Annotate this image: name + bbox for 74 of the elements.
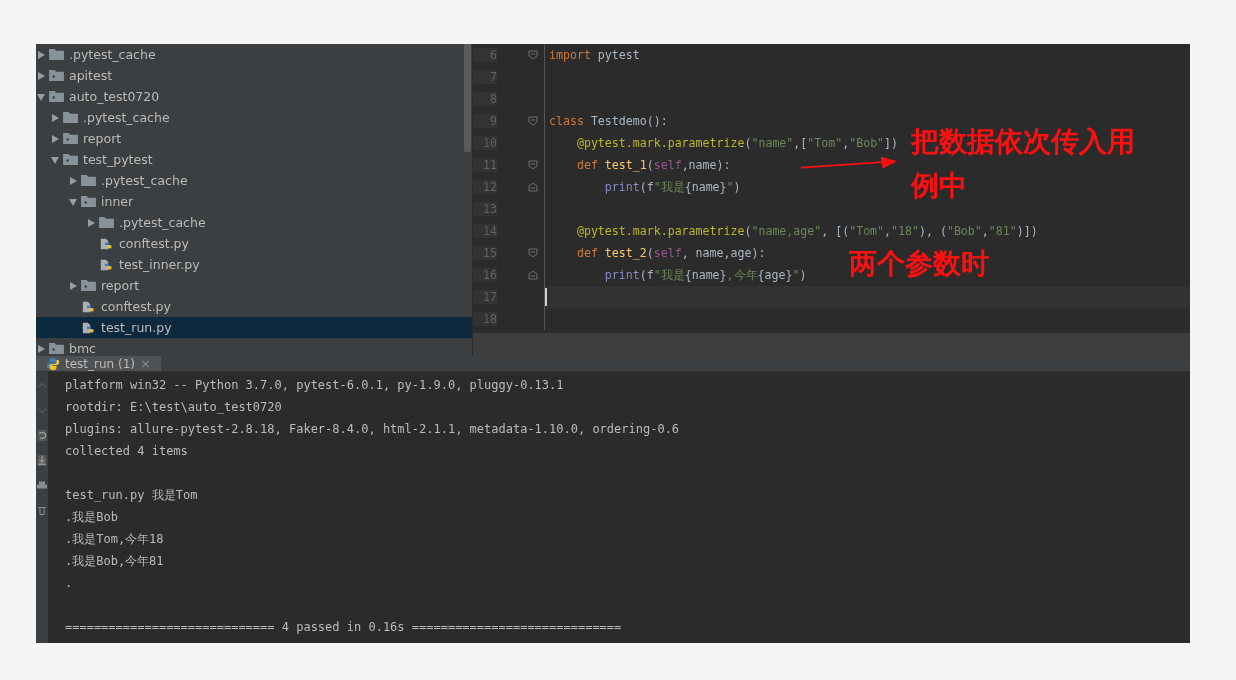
annotation-text: 把数据依次传入用例中 (911, 124, 1136, 204)
expand-arrow-icon[interactable] (36, 91, 46, 102)
code-line: print(f"我是{name}") (603, 179, 741, 195)
expand-arrow-icon[interactable] (50, 154, 60, 165)
collapse-arrow-icon[interactable] (86, 217, 96, 228)
fold-icon[interactable] (528, 182, 538, 192)
tree-item[interactable]: .pytest_cache (36, 170, 472, 191)
python-file-icon (99, 258, 114, 271)
folder-icon (49, 69, 64, 82)
folder-icon (49, 90, 64, 103)
print-icon[interactable] (37, 480, 47, 491)
fold-icon[interactable] (528, 50, 538, 60)
collapse-arrow-icon[interactable] (36, 49, 46, 60)
fold-icon[interactable] (528, 160, 538, 170)
collapse-arrow-icon[interactable] (50, 112, 60, 123)
annotation-text: 两个参数时 (849, 246, 989, 282)
console-line: plugins: allure-pytest-2.8.18, Faker-8.4.0, html-2.1.1, metadata-1.10.0, ordering-0.6 (65, 421, 680, 438)
collapse-arrow-icon[interactable] (68, 280, 78, 291)
console-line: . (65, 575, 74, 592)
tree-item[interactable]: conftest.py (36, 233, 472, 254)
tree-item[interactable]: inner (36, 191, 472, 212)
folder-icon (63, 132, 78, 145)
python-file-icon (99, 237, 114, 250)
text-caret (545, 288, 547, 306)
console-line: ============================= 4 passed in 0.16s ============================= (65, 619, 623, 636)
code-line: @pytest.mark.parametrize("name,age", [("Tom","18"), ("Bob","81")]) (575, 224, 1038, 238)
tree-item[interactable]: bmc (36, 338, 472, 356)
folder-icon (81, 174, 96, 187)
folder-icon (99, 216, 114, 229)
trash-icon[interactable] (37, 505, 47, 516)
code-line: @pytest.mark.parametrize("name",["Tom","Bob"]) (575, 136, 899, 150)
tree-item[interactable]: auto_test0720 (36, 86, 472, 107)
collapse-arrow-icon[interactable] (50, 133, 60, 144)
fold-icon[interactable] (528, 248, 538, 258)
tree-item[interactable]: .pytest_cache (36, 212, 472, 233)
folder-icon (63, 153, 78, 166)
tree-item[interactable]: apitest (36, 65, 472, 86)
console-line: collected 4 items (65, 443, 189, 460)
folder-icon (81, 279, 96, 292)
tree-item[interactable]: report (36, 128, 472, 149)
console-line: .我是Bob (65, 509, 119, 526)
tree-item[interactable]: .pytest_cache (36, 44, 472, 65)
folder-icon (81, 195, 96, 208)
python-file-icon (81, 300, 96, 313)
expand-arrow-icon[interactable] (68, 196, 78, 207)
soft-wrap-icon[interactable] (37, 430, 47, 441)
folder-icon (63, 111, 78, 124)
tree-item[interactable]: .pytest_cache (36, 107, 472, 128)
code-line: class Testdemo(): (549, 114, 668, 128)
collapse-arrow-icon[interactable] (68, 175, 78, 186)
fold-icon[interactable] (528, 270, 538, 280)
tree-item[interactable]: test_inner.py (36, 254, 472, 275)
tree-item[interactable]: report (36, 275, 472, 296)
collapse-arrow-icon[interactable] (36, 70, 46, 81)
run-tab[interactable]: test_run (1) × (36, 356, 161, 371)
console-line: rootdir: E:\test\auto_test0720 (65, 399, 283, 416)
scrollbar[interactable] (464, 44, 471, 152)
collapse-arrow-icon[interactable] (36, 343, 46, 354)
tree-item[interactable]: conftest.py (36, 296, 472, 317)
fold-icon[interactable] (528, 116, 538, 126)
tree-item[interactable]: test_run.py (36, 317, 472, 338)
scroll-to-end-icon[interactable] (37, 455, 47, 466)
code-line: print(f"我是{name},今年{age}") (603, 267, 807, 283)
console-line: test_run.py 我是Tom (65, 487, 199, 504)
python-file-icon (81, 321, 96, 334)
console-line: .我是Tom,今年18 (65, 531, 165, 548)
folder-icon (49, 48, 64, 61)
tree-item[interactable]: test_pytest (36, 149, 472, 170)
console-line: platform win32 -- Python 3.7.0, pytest-6.0.1, py-1.9.0, pluggy-0.13.1 (65, 377, 565, 394)
code-line: import pytest (549, 48, 640, 62)
code-line: def test_2(self, name,age): (575, 246, 766, 260)
code-line: def test_1(self,name): (575, 158, 731, 172)
python-icon (46, 356, 60, 371)
console-line: .我是Bob,今年81 (65, 553, 165, 570)
